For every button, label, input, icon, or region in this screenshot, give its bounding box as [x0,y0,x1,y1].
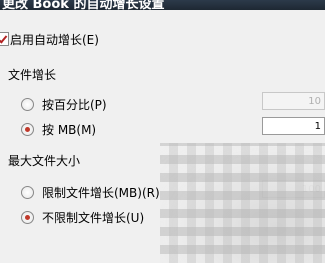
limit-growth-option[interactable]: 限制文件增长(MB)(R) [21,184,160,201]
growth-percent-label[interactable]: 按百分比(P) [42,96,107,113]
growth-percent-field[interactable]: 10 [262,92,325,110]
growth-mb-label[interactable]: 按 MB(M) [42,121,96,138]
growth-mb-field[interactable]: 1 [262,117,325,135]
limit-growth-radio[interactable] [21,186,34,199]
title-bar: 更改 Book 的自动增长设置 [0,0,325,10]
growth-percent-radio[interactable] [21,98,34,111]
growth-mb-option[interactable]: 按 MB(M) [21,121,96,138]
file-growth-heading: 文件增长 [8,68,57,82]
pixelated-overlay [160,143,325,263]
unlimited-growth-label[interactable]: 不限制文件增长(U) [42,209,144,226]
enable-autogrowth-checkbox[interactable] [0,32,9,46]
enable-autogrowth-label[interactable]: 启用自动增长(E) [10,31,99,48]
unlimited-growth-radio[interactable] [21,211,34,224]
growth-percent-option[interactable]: 按百分比(P) [21,96,107,113]
growth-mb-radio[interactable] [21,123,34,136]
enable-autogrowth-row[interactable]: 启用自动增长(E) [0,31,99,47]
max-size-heading: 最大文件大小 [8,154,81,168]
limit-growth-label[interactable]: 限制文件增长(MB)(R) [42,184,160,201]
unlimited-growth-option[interactable]: 不限制文件增长(U) [21,209,144,226]
window-title: 更改 Book 的自动增长设置 [2,0,165,10]
